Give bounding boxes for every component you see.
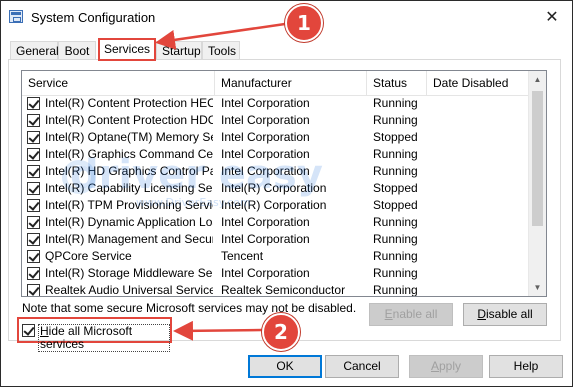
service-manufacturer: Tencent — [221, 249, 264, 263]
service-name: Realtek Audio Universal Service — [45, 283, 213, 297]
help-button[interactable]: Help — [489, 355, 563, 378]
service-checkbox[interactable] — [27, 114, 40, 127]
apply-accesskey: A — [430, 359, 439, 373]
service-checkbox[interactable] — [27, 165, 40, 178]
service-status: Running — [373, 283, 418, 297]
enable-all-label: nable all — [392, 307, 438, 321]
hide-microsoft-services-highlight[interactable]: Hide all Microsoft services — [17, 317, 172, 352]
secure-services-note: Note that some secure Microsoft services… — [22, 301, 357, 315]
service-status: Running — [373, 96, 418, 110]
service-status: Running — [373, 147, 418, 161]
service-name: Intel(R) Content Protection HEC... — [45, 96, 213, 110]
service-name: QPCore Service — [45, 249, 132, 263]
service-manufacturer: Intel Corporation — [221, 130, 310, 144]
service-checkbox[interactable] — [27, 284, 40, 296]
column-header-status[interactable]: Status — [367, 71, 427, 95]
service-name: Intel(R) Optane(TM) Memory Se... — [45, 130, 213, 144]
window-title: System Configuration — [31, 10, 156, 25]
service-manufacturer: Intel Corporation — [221, 215, 310, 229]
cancel-button[interactable]: Cancel — [325, 355, 399, 378]
disable-all-accesskey: D — [477, 307, 486, 321]
service-manufacturer: Intel Corporation — [221, 266, 310, 280]
table-row[interactable]: Intel(R) Content Protection HDC... Intel … — [22, 112, 530, 129]
annotation-step-1: 1 — [285, 4, 323, 42]
tab-startup[interactable]: Startup — [156, 41, 202, 59]
disable-all-label: isable all — [485, 307, 533, 321]
table-row[interactable]: Intel(R) TPM Provisioning Service Intel(R… — [22, 197, 530, 214]
service-status: Running — [373, 266, 418, 280]
service-checkbox[interactable] — [27, 233, 40, 246]
service-checkbox[interactable] — [27, 131, 40, 144]
service-status: Running — [373, 249, 418, 263]
scrollbar-thumb[interactable] — [532, 91, 543, 226]
service-name: Intel(R) Storage Middleware Serv... — [45, 266, 213, 280]
column-header-service[interactable]: Service — [22, 71, 215, 95]
column-header-date-disabled[interactable]: Date Disabled — [427, 71, 530, 95]
close-icon[interactable]: ✕ — [538, 4, 566, 30]
table-row[interactable]: QPCore Service Tencent Running — [22, 248, 530, 265]
watermark-text: driver easy — [70, 152, 323, 198]
table-row[interactable]: Intel(R) Optane(TM) Memory Se... Intel Co… — [22, 129, 530, 146]
service-status: Running — [373, 113, 418, 127]
vertical-scrollbar[interactable]: ▲ ▼ — [528, 71, 546, 296]
service-manufacturer: Intel Corporation — [221, 232, 310, 246]
service-status: Stopped — [373, 181, 418, 195]
enable-all-button[interactable]: Enable all — [369, 303, 453, 326]
service-manufacturer: Intel Corporation — [221, 96, 310, 110]
table-row[interactable]: Realtek Audio Universal Service Realtek S… — [22, 282, 530, 297]
service-name: Intel(R) Dynamic Application Loa... — [45, 215, 213, 229]
enable-all-accesskey: E — [384, 307, 393, 321]
ok-button[interactable]: OK — [248, 355, 322, 378]
service-checkbox[interactable] — [27, 199, 40, 212]
watermark-url: www.DriverEasy.com — [136, 196, 251, 209]
service-checkbox[interactable] — [27, 97, 40, 110]
msconfig-app-icon — [9, 10, 23, 23]
service-checkbox[interactable] — [27, 267, 40, 280]
service-status: Stopped — [373, 198, 418, 212]
scroll-down-icon[interactable]: ▼ — [529, 279, 546, 296]
table-row[interactable]: Intel(R) Management and Securi... Intel C… — [22, 231, 530, 248]
service-status: Running — [373, 232, 418, 246]
disable-all-button[interactable]: Disable all — [463, 303, 547, 326]
service-name: Intel(R) Content Protection HDC... — [45, 113, 213, 127]
hide-microsoft-services-checkbox[interactable] — [22, 324, 35, 337]
hide-ms-label-text: ide all Microsoft services — [40, 324, 133, 351]
table-row[interactable]: Intel(R) Dynamic Application Loa... Intel… — [22, 214, 530, 231]
hide-microsoft-services-label[interactable]: Hide all Microsoft services — [38, 324, 170, 352]
list-header: Service Manufacturer Status Date Disable… — [22, 71, 530, 96]
annotation-step-2: 2 — [262, 313, 300, 351]
service-checkbox[interactable] — [27, 182, 40, 195]
service-checkbox[interactable] — [27, 216, 40, 229]
tab-tools[interactable]: Tools — [202, 41, 240, 59]
service-checkbox[interactable] — [27, 148, 40, 161]
service-manufacturer: Intel Corporation — [221, 113, 310, 127]
table-row[interactable]: Intel(R) Content Protection HEC... Intel … — [22, 95, 530, 112]
tab-boot[interactable]: Boot — [58, 41, 96, 59]
hide-ms-accesskey: H — [40, 324, 49, 338]
apply-button[interactable]: Apply — [409, 355, 483, 378]
service-status: Running — [373, 215, 418, 229]
service-manufacturer: Realtek Semiconductor — [221, 283, 346, 297]
table-row[interactable]: Intel(R) Storage Middleware Serv... Intel… — [22, 265, 530, 282]
service-status: Running — [373, 164, 418, 178]
tab-general[interactable]: General — [10, 41, 59, 59]
service-name: Intel(R) Management and Securi... — [45, 232, 213, 246]
column-header-manufacturer[interactable]: Manufacturer — [215, 71, 367, 95]
services-tab-highlight — [98, 38, 156, 61]
scroll-up-icon[interactable]: ▲ — [529, 71, 546, 88]
service-status: Stopped — [373, 130, 418, 144]
apply-label: pply — [439, 359, 462, 373]
service-checkbox[interactable] — [27, 250, 40, 263]
